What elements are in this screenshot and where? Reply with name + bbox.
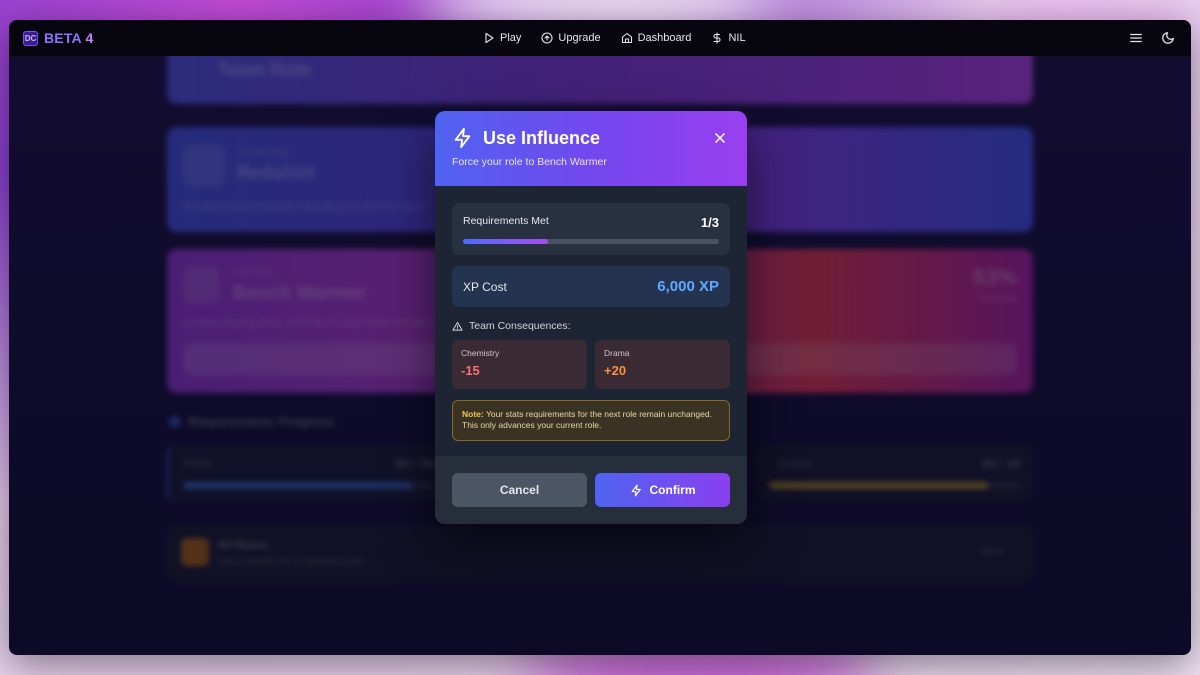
confirm-button[interactable]: Confirm	[595, 473, 730, 507]
modal-footer: Cancel Confirm	[435, 456, 747, 524]
xp-cost-label: XP Cost	[463, 279, 507, 294]
requirements-met-box: Requirements Met 1/3	[452, 203, 730, 255]
nav-play-label: Play	[500, 32, 522, 44]
requirements-progress-fill	[463, 239, 549, 244]
modal-title: Use Influence	[483, 127, 601, 148]
team-consequences-header: Team Consequences:	[452, 320, 730, 332]
chemistry-label: Chemistry	[461, 348, 500, 358]
nav-upgrade[interactable]: Upgrade	[541, 32, 601, 44]
drama-label: Drama	[604, 348, 630, 358]
nav-nil[interactable]: NIL	[711, 32, 746, 44]
xp-cost-value: 6,000 XP	[657, 278, 719, 295]
warning-icon	[452, 321, 463, 331]
modal-subtitle: Force your role to Bench Warmer	[452, 156, 607, 168]
nav-play[interactable]: Play	[483, 32, 521, 44]
version-number: 4	[85, 30, 94, 46]
team-consequences-title: Team Consequences:	[469, 320, 571, 332]
requirements-met-count: 1/3	[700, 215, 719, 230]
requirements-progress-bar	[463, 239, 719, 244]
home-icon	[621, 32, 632, 44]
xp-cost-box: XP Cost 6,000 XP	[452, 266, 730, 307]
dollar-icon	[713, 32, 721, 44]
menu-icon[interactable]	[1129, 31, 1143, 45]
drama-value: +20	[604, 363, 627, 378]
cancel-button[interactable]: Cancel	[452, 473, 587, 507]
logo-mark-icon: DC	[23, 30, 38, 46]
requirements-met-label: Requirements Met	[463, 215, 549, 227]
nav-nil-label: NIL	[728, 32, 746, 44]
modal-header: Use Influence Force your role to Bench W…	[435, 111, 747, 186]
note-label: Note:	[462, 409, 484, 419]
logo[interactable]: DC BETA 4	[23, 30, 93, 46]
confirm-button-label: Confirm	[649, 483, 696, 497]
chemistry-value: -15	[461, 363, 480, 378]
nav-dashboard-label: Dashboard	[637, 32, 692, 44]
note-text: Your stats requirements for the next rol…	[462, 409, 712, 430]
chemistry-consequence: Chemistry -15	[452, 340, 587, 389]
top-navbar: DC BETA 4 Play Upgrade Dashboard NIL	[9, 20, 1191, 56]
upgrade-icon	[541, 32, 553, 44]
note-box: Note: Your stats requirements for the ne…	[452, 400, 730, 441]
close-icon[interactable]	[713, 131, 727, 145]
moon-icon[interactable]	[1161, 31, 1175, 45]
main-nav: Play Upgrade Dashboard NIL	[483, 20, 746, 56]
lightning-icon	[454, 127, 471, 149]
lightning-icon	[631, 483, 641, 497]
nav-upgrade-label: Upgrade	[558, 32, 601, 44]
use-influence-modal: Use Influence Force your role to Bench W…	[435, 111, 747, 524]
drama-consequence: Drama +20	[595, 340, 730, 389]
nav-dashboard[interactable]: Dashboard	[621, 32, 692, 44]
logo-text: BETA	[44, 30, 82, 46]
play-icon	[485, 32, 494, 44]
